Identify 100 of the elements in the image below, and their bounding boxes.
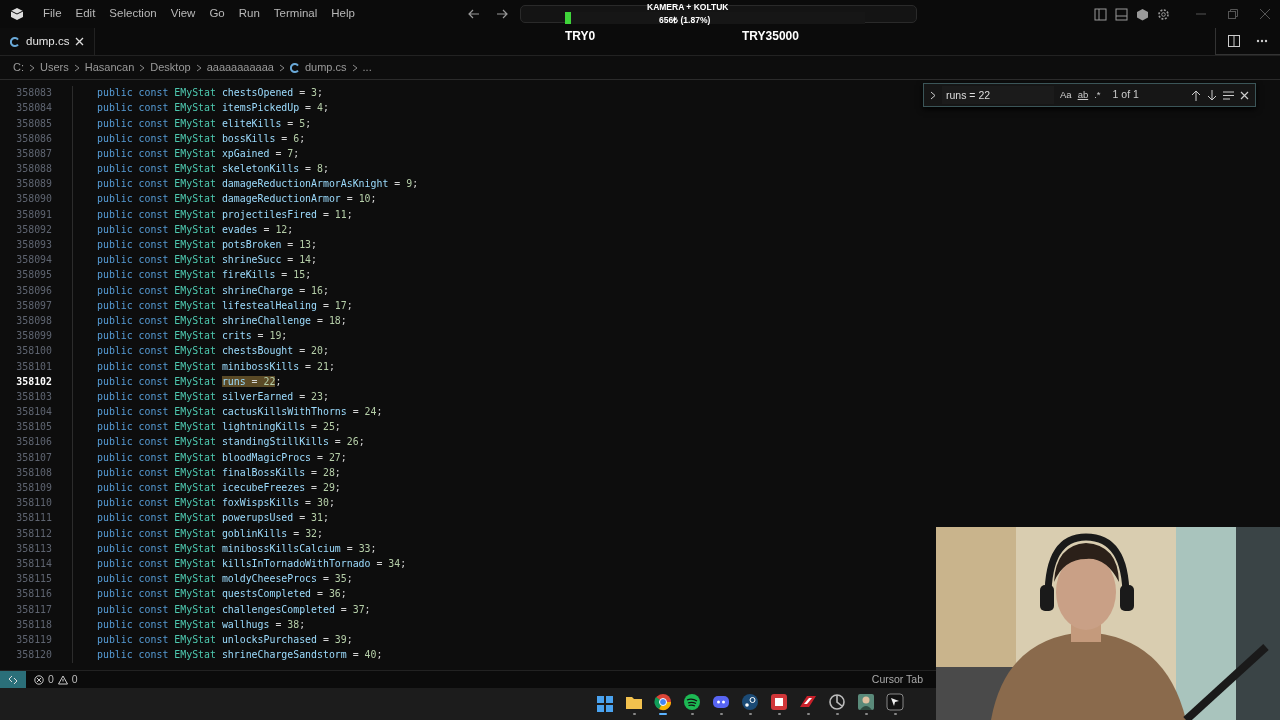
goal-title: KAMERA + KOLTUK: [647, 1, 729, 14]
csharp-file-icon: [289, 62, 300, 73]
code-line: public const EMyStat shrineSucc = 14;: [97, 253, 317, 268]
remote-button[interactable]: [0, 671, 26, 688]
restore-icon[interactable]: [1228, 9, 1238, 19]
line-number: 358116: [15, 587, 52, 602]
game-icon[interactable]: [770, 693, 788, 711]
menu-item[interactable]: Terminal: [266, 5, 325, 23]
menu-item[interactable]: Help: [324, 5, 362, 23]
chevron-icon: [139, 63, 146, 72]
settings-icon[interactable]: [1157, 7, 1170, 21]
line-number: 358108: [15, 465, 52, 480]
find-option-toggle[interactable]: Aa: [1060, 87, 1072, 103]
code-line: public const EMyStat wallhugs = 38;: [97, 617, 306, 632]
code-line: public const EMyStat chestsBought = 20;: [97, 344, 329, 359]
code-line: public const EMyStat unlocksPurchased = 39;: [97, 632, 353, 647]
breadcrumb-item[interactable]: Users: [40, 59, 69, 76]
line-number: 358094: [15, 253, 52, 268]
code-line: public const EMyStat lifestealHealing = 17;: [97, 298, 353, 313]
remote-icon: [8, 674, 18, 685]
breadcrumb-item[interactable]: ...: [362, 59, 372, 76]
chat-app-icon[interactable]: [712, 693, 730, 711]
code-line: public const EMyStat bossKills = 6;: [97, 131, 306, 146]
sidebar-toggle-icon[interactable]: [1094, 7, 1107, 21]
chevron-icon: [73, 63, 80, 72]
code-line: public const EMyStat shrineChallenge = 18;: [97, 313, 347, 328]
line-number: 358107: [15, 450, 52, 465]
line-number: 358110: [15, 496, 52, 511]
goal-end-label: TRY35000: [742, 28, 799, 45]
code-line: public const EMyStat bloodMagicProcs = 27;: [97, 450, 347, 465]
code-line: public const EMyStat finalBossKills = 28;: [97, 465, 341, 480]
line-number: 358106: [15, 435, 52, 450]
editor-app-icon[interactable]: [886, 693, 904, 711]
breadcrumb-item[interactable]: C:: [13, 59, 24, 76]
menu-item[interactable]: Edit: [68, 5, 103, 23]
code-line: public const EMyStat moldyCheeseProcs = 35;: [97, 572, 353, 587]
code-line: public const EMyStat itemsPickedUp = 4;: [97, 101, 329, 116]
character-icon[interactable]: [857, 693, 875, 711]
menu-item[interactable]: Run: [231, 5, 267, 23]
breadcrumb-item[interactable]: dump.cs: [304, 59, 347, 76]
line-number: 358086: [15, 131, 52, 146]
line-number: 358091: [15, 207, 52, 222]
line-number: 358112: [15, 526, 52, 541]
code-line: public const EMyStat eliteKills = 5;: [97, 116, 312, 131]
find-option-toggle[interactable]: ab: [1077, 87, 1089, 103]
panel-toggle-icon[interactable]: [1115, 7, 1128, 21]
code-line: public const EMyStat silverEarned = 23;: [97, 389, 329, 404]
code-line: public const EMyStat foxWispsKills = 30;: [97, 496, 335, 511]
app-logo-icon: [10, 7, 24, 21]
line-number: 358087: [15, 146, 52, 161]
start-icon[interactable]: [596, 695, 614, 713]
error-icon: [34, 674, 44, 685]
line-number: 358117: [15, 602, 52, 617]
line-number: 358097: [15, 298, 52, 313]
match-count: 1 of 1: [1112, 87, 1139, 103]
line-number: 358104: [15, 405, 52, 420]
line-number: 358111: [15, 511, 52, 526]
code-line: public const EMyStat projectilesFired = 11;: [97, 207, 353, 222]
browser-icon[interactable]: [654, 693, 672, 711]
code-line: public const EMyStat questsCompleted = 36;: [97, 587, 347, 602]
menu-item[interactable]: File: [36, 5, 69, 23]
menu-item[interactable]: Go: [202, 5, 232, 23]
code-line: public const EMyStat minibossKills = 21;: [97, 359, 335, 374]
line-number: 358090: [15, 192, 52, 207]
find-option-toggle[interactable]: .*: [1094, 87, 1101, 103]
line-number: 358101: [15, 359, 52, 374]
code-line: public const EMyStat killsInTornadoWithTornado = 34;: [97, 556, 407, 571]
code-line: public const EMyStat icecubeFreezes = 29;: [97, 481, 341, 496]
status-item[interactable]: Cursor Tab: [871, 671, 923, 688]
line-number: 358088: [15, 162, 52, 177]
back-arrow-icon[interactable]: [467, 9, 480, 19]
breadcrumb-item[interactable]: Hasancan: [84, 59, 135, 76]
line-number: 358119: [15, 632, 52, 647]
problems-button[interactable]: 0 0: [34, 671, 78, 688]
code-line: public const EMyStat cactusKillsWithThorns = 24;: [97, 405, 383, 420]
line-number: 358084: [15, 101, 52, 116]
chevron-icon: [29, 63, 35, 72]
menu-item[interactable]: Selection: [102, 5, 164, 23]
breadcrumb-item[interactable]: Desktop: [150, 59, 191, 76]
more-icon[interactable]: [1256, 39, 1268, 43]
cube-icon[interactable]: [1136, 7, 1149, 21]
forward-arrow-icon[interactable]: [495, 9, 508, 19]
code-line: public const EMyStat shrineCharge = 16;: [97, 283, 329, 298]
selection-lines-icon[interactable]: [1223, 90, 1234, 100]
line-number: 358096: [15, 283, 52, 298]
music-app-icon[interactable]: [683, 693, 701, 711]
breadcrumb-item[interactable]: aaaaaaaaaaa: [206, 59, 274, 76]
split-editor-icon[interactable]: [1228, 35, 1240, 47]
csharp-file-icon: [10, 36, 20, 47]
code-line: public const EMyStat crits = 19;: [97, 329, 288, 344]
find-input[interactable]: runs = 22: [942, 86, 1054, 104]
circle-app-icon[interactable]: [828, 693, 846, 711]
chevron-icon: [195, 63, 202, 72]
up-arrow-icon[interactable]: [1191, 89, 1201, 101]
menu-item[interactable]: View: [163, 5, 203, 23]
down-arrow-icon[interactable]: [1207, 89, 1217, 101]
code-line: public const EMyStat damageReductionArmor = 10;: [97, 192, 377, 207]
line-number: 358100: [15, 344, 52, 359]
game-launcher-icon[interactable]: [741, 693, 759, 711]
expand-chevron-icon[interactable]: [930, 90, 936, 100]
